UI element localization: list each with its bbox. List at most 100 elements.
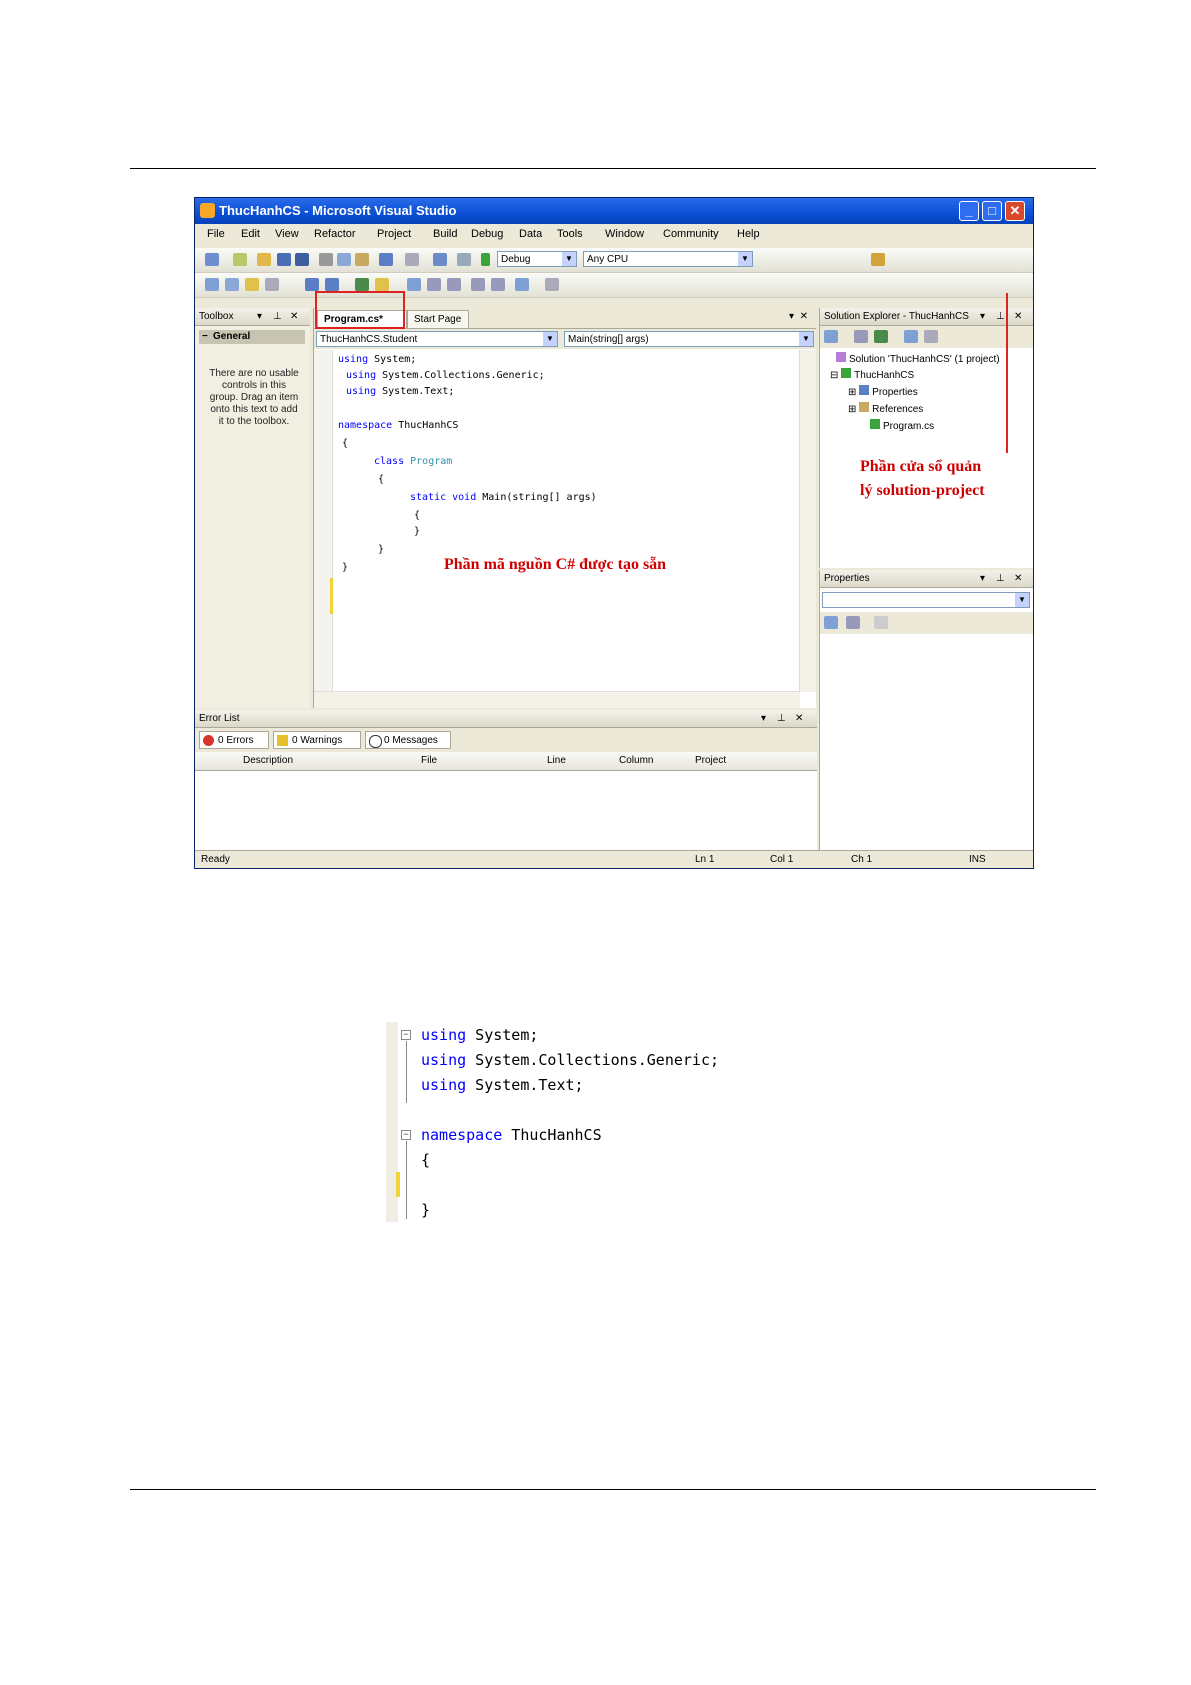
vertical-scrollbar[interactable]	[799, 350, 816, 692]
column-column[interactable]: Column	[619, 755, 653, 766]
code-line: using System.Text;	[346, 386, 455, 397]
view-class-diagram-icon[interactable]	[924, 330, 938, 343]
references-node[interactable]: ⊞ References	[848, 402, 923, 415]
horizontal-scrollbar[interactable]	[314, 691, 800, 708]
open-file-icon[interactable]	[257, 253, 271, 266]
menu-project[interactable]: Project	[377, 228, 411, 240]
tab-start-page[interactable]: Start Page	[407, 310, 469, 328]
close-icon[interactable]: ✕	[1014, 308, 1022, 326]
properties-object-select[interactable]: ▼	[822, 592, 1030, 608]
next-bookmark-icon[interactable]	[447, 278, 461, 291]
menu-file[interactable]: File	[207, 228, 225, 240]
close-button[interactable]: ✕	[1005, 201, 1025, 221]
menu-edit[interactable]: Edit	[241, 228, 260, 240]
menu-window[interactable]: Window	[605, 228, 644, 240]
column-project[interactable]: Project	[695, 755, 726, 766]
properties-node[interactable]: ⊞ Properties	[848, 385, 918, 398]
menu-help[interactable]: Help	[737, 228, 760, 240]
toolbox-group-general[interactable]: General	[199, 330, 305, 344]
dropdown-icon[interactable]: ▾	[980, 308, 985, 326]
previous-bookmark-in-folder-icon[interactable]	[471, 278, 485, 291]
code-text-area[interactable]: using System; using System.Collections.G…	[314, 350, 800, 692]
show-all-files-icon[interactable]	[854, 330, 868, 343]
members-value: Main(string[] args)	[568, 334, 649, 345]
add-item-icon[interactable]	[233, 253, 247, 266]
menu-view[interactable]: View	[275, 228, 299, 240]
previous-bookmark-icon[interactable]	[427, 278, 441, 291]
redo-icon[interactable]	[405, 253, 419, 266]
column-file[interactable]: File	[421, 755, 437, 766]
solution-configuration-select[interactable]: Debug ▼	[497, 251, 577, 267]
close-icon[interactable]: ✕	[1014, 570, 1022, 588]
project-node[interactable]: ⊟ ThucHanhCS	[830, 368, 914, 381]
toolbar-options-icon[interactable]	[545, 278, 559, 291]
visual-studio-app-icon	[200, 203, 215, 218]
pin-icon[interactable]: ⊥	[273, 308, 282, 326]
cut-icon[interactable]	[319, 253, 333, 266]
char-indicator: Ch 1	[851, 854, 873, 865]
uncomment-lines-icon[interactable]	[375, 278, 389, 291]
copy-icon[interactable]	[337, 253, 351, 266]
types-select[interactable]: ThucHanhCS.Student ▼	[316, 331, 558, 347]
toggle-bookmark-icon[interactable]	[407, 278, 421, 291]
menu-data[interactable]: Data	[519, 228, 542, 240]
warnings-filter-button[interactable]: 0 Warnings	[273, 731, 361, 749]
column-indicator: Col 1	[770, 854, 794, 865]
chevron-down-icon: ▼	[543, 332, 557, 346]
close-icon[interactable]: ✕	[290, 308, 298, 326]
solution-node[interactable]: Solution 'ThucHanhCS' (1 project)	[836, 352, 1000, 365]
dropdown-icon[interactable]: ▾	[980, 570, 985, 588]
save-icon[interactable]	[277, 253, 291, 266]
close-icon[interactable]: ✕	[795, 710, 803, 728]
navigate-forward-icon[interactable]	[457, 253, 471, 266]
maximize-button[interactable]: □	[982, 201, 1002, 221]
next-bookmark-in-folder-icon[interactable]	[491, 278, 505, 291]
solution-platform-select[interactable]: Any CPU ▼	[583, 251, 753, 267]
clear-bookmarks-icon[interactable]	[515, 278, 529, 291]
undo-icon[interactable]	[379, 253, 393, 266]
menu-debug[interactable]: Debug	[471, 228, 503, 240]
view-code-icon[interactable]	[904, 330, 918, 343]
complete-word-icon[interactable]	[265, 278, 279, 291]
column-line[interactable]: Line	[547, 755, 566, 766]
pin-icon[interactable]: ⊥	[777, 710, 786, 728]
program-cs-node[interactable]: Program.cs	[870, 419, 934, 432]
members-select[interactable]: Main(string[] args) ▼	[564, 331, 814, 347]
csharp-project-icon	[841, 368, 852, 378]
errors-filter-button[interactable]: 0 Errors	[199, 731, 269, 749]
pin-icon[interactable]: ⊥	[996, 308, 1005, 326]
menu-community[interactable]: Community	[663, 228, 719, 240]
dropdown-icon[interactable]: ▾	[761, 710, 766, 728]
pin-icon[interactable]: ⊥	[996, 570, 1005, 588]
menu-tools[interactable]: Tools	[557, 228, 583, 240]
column-description[interactable]: Description	[243, 755, 293, 766]
new-project-icon[interactable]	[205, 253, 219, 266]
comment-lines-icon[interactable]	[355, 278, 369, 291]
close-document-icon[interactable]: ✕	[800, 311, 808, 322]
parameter-info-icon[interactable]	[225, 278, 239, 291]
display-object-member-list-icon[interactable]	[205, 278, 219, 291]
categorized-icon[interactable]	[824, 616, 838, 629]
decrease-indent-icon[interactable]	[305, 278, 319, 291]
dropdown-icon[interactable]: ▾	[257, 308, 262, 326]
title-bar[interactable]: ThucHanhCS - Microsoft Visual Studio _ □…	[195, 198, 1033, 224]
navigate-backward-icon[interactable]	[433, 253, 447, 266]
line-indicator: Ln 1	[695, 854, 715, 865]
alphabetical-icon[interactable]	[846, 616, 860, 629]
property-pages-icon[interactable]	[874, 616, 888, 629]
start-debugging-icon[interactable]	[481, 253, 490, 266]
tab-list-icon[interactable]: ▾	[789, 311, 794, 322]
find-in-files-icon[interactable]	[871, 253, 885, 266]
refresh-icon[interactable]	[874, 330, 888, 343]
minimize-button[interactable]: _	[959, 201, 979, 221]
menu-bar: File Edit View Refactor Project Build De…	[195, 224, 1033, 246]
paste-icon[interactable]	[355, 253, 369, 266]
menu-build[interactable]: Build	[433, 228, 457, 240]
menu-refactor[interactable]: Refactor	[314, 228, 356, 240]
messages-filter-button[interactable]: 0 Messages	[365, 731, 451, 749]
save-all-icon[interactable]	[295, 253, 309, 266]
properties-icon[interactable]	[824, 330, 838, 343]
snippet-line: using System;	[421, 1026, 539, 1044]
increase-indent-icon[interactable]	[325, 278, 339, 291]
quick-info-icon[interactable]	[245, 278, 259, 291]
